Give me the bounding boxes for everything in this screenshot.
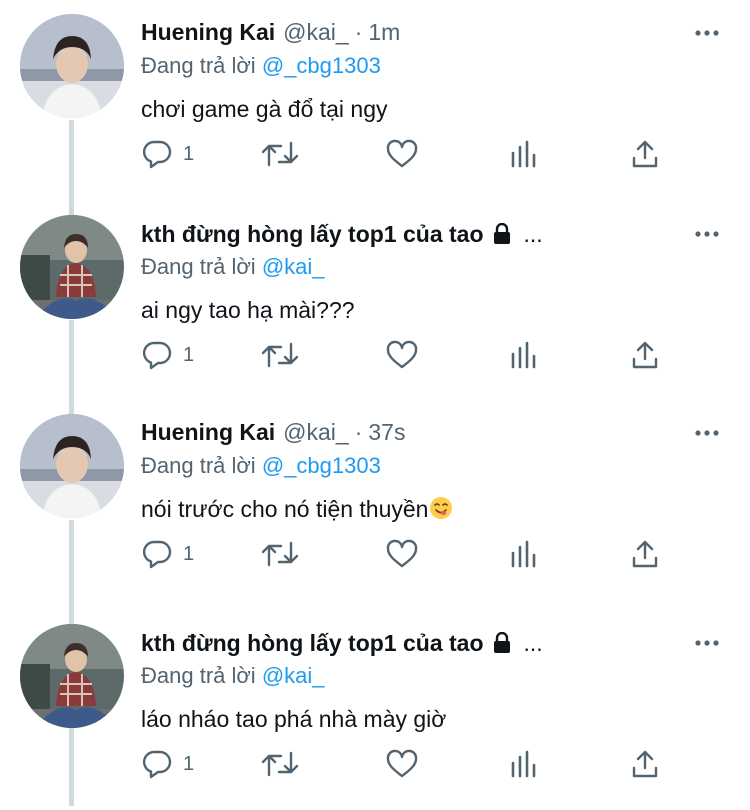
replying-to: Đang trả lời @kai_ xyxy=(141,663,325,689)
replying-to-label: Đang trả lời xyxy=(141,254,256,279)
replying-to: Đang trả lời @_cbg1303 xyxy=(141,453,381,479)
retweet-button[interactable] xyxy=(261,134,299,174)
retweet-icon xyxy=(261,141,299,167)
share-icon xyxy=(632,540,658,568)
like-button[interactable] xyxy=(385,134,419,174)
share-button[interactable] xyxy=(631,134,659,174)
retweet-button[interactable] xyxy=(261,744,299,784)
tweet-actions: 1 xyxy=(141,744,671,784)
views-icon xyxy=(511,341,536,369)
more-icon[interactable] xyxy=(694,20,720,46)
tweet[interactable]: Huening Kai @kai_ · 1m Đang trả lời @_cb… xyxy=(0,0,750,200)
more-icon[interactable] xyxy=(694,630,720,656)
replying-to-user-link[interactable]: @_cbg1303 xyxy=(262,453,381,478)
tweet[interactable]: kth đừng hòng lấy top1 của tao ... Đang … xyxy=(0,610,750,810)
tweet-header: Huening Kai @kai_ · 37s xyxy=(141,419,710,449)
avatar[interactable] xyxy=(20,414,124,518)
avatar[interactable] xyxy=(20,14,124,118)
share-icon xyxy=(632,750,658,778)
avatar[interactable] xyxy=(20,215,124,319)
views-icon xyxy=(511,140,536,168)
views-button[interactable] xyxy=(510,534,538,574)
replying-to-label: Đang trả lời xyxy=(141,453,256,478)
tweet-actions: 1 xyxy=(141,534,671,574)
tweet-text-container: nói trước cho nó tiện thuyền xyxy=(141,496,453,523)
display-name[interactable]: Huening Kai xyxy=(141,419,275,446)
views-button[interactable] xyxy=(510,335,538,375)
like-icon xyxy=(386,340,418,369)
avatar[interactable] xyxy=(20,624,124,728)
reply-icon xyxy=(142,140,172,169)
name-overflow-ellipsis: ... xyxy=(523,630,543,656)
tweet-header: kth đừng hòng lấy top1 của tao ... xyxy=(141,220,710,250)
reply-count: 1 xyxy=(183,343,195,366)
tweet-header: kth đừng hòng lấy top1 của tao ... xyxy=(141,629,710,659)
retweet-button[interactable] xyxy=(261,534,299,574)
replying-to-user-link[interactable]: @kai_ xyxy=(262,254,325,279)
timestamp[interactable]: 1m xyxy=(368,19,400,46)
lock-icon xyxy=(493,223,510,244)
like-icon xyxy=(386,749,418,778)
reply-count: 1 xyxy=(183,142,195,165)
share-button[interactable] xyxy=(631,335,659,375)
display-name[interactable]: Huening Kai xyxy=(141,19,275,46)
retweet-button[interactable] xyxy=(261,335,299,375)
tweet[interactable]: kth đừng hòng lấy top1 của tao ... Đang … xyxy=(0,201,750,401)
replying-to: Đang trả lời @kai_ xyxy=(141,254,325,280)
separator-dot: · xyxy=(354,419,363,445)
share-button[interactable] xyxy=(631,534,659,574)
share-icon xyxy=(632,140,658,168)
timestamp[interactable]: 37s xyxy=(368,419,405,446)
reply-count: 1 xyxy=(183,542,195,565)
display-name[interactable]: kth đừng hòng lấy top1 của tao xyxy=(141,221,484,248)
user-handle[interactable]: @kai_ xyxy=(283,19,349,46)
display-name[interactable]: kth đừng hòng lấy top1 của tao xyxy=(141,630,484,657)
retweet-icon xyxy=(261,751,299,777)
like-icon xyxy=(386,539,418,568)
replying-to-label: Đang trả lời xyxy=(141,53,256,78)
retweet-icon xyxy=(261,541,299,567)
views-icon xyxy=(511,750,536,778)
like-button[interactable] xyxy=(385,744,419,784)
tweet-text: chơi game gà đổ tại ngy xyxy=(141,96,388,122)
like-button[interactable] xyxy=(385,534,419,574)
tweet-text: láo nháo tao phá nhà mày giờ xyxy=(141,706,447,732)
views-button[interactable] xyxy=(510,134,538,174)
reply-button[interactable]: 1 xyxy=(141,744,194,784)
separator-dot: · xyxy=(354,19,363,45)
reply-icon xyxy=(142,341,172,370)
tweet[interactable]: Huening Kai @kai_ · 37s Đang trả lời @_c… xyxy=(0,400,750,600)
like-icon xyxy=(386,139,418,168)
reply-button[interactable]: 1 xyxy=(141,134,194,174)
replying-to-label: Đang trả lời xyxy=(141,663,256,688)
tweet-text: nói trước cho nó tiện thuyền xyxy=(141,496,429,522)
reply-icon xyxy=(142,540,172,569)
more-icon[interactable] xyxy=(694,420,720,446)
tweet-header: Huening Kai @kai_ · 1m xyxy=(141,19,710,49)
tweet-actions: 1 xyxy=(141,134,671,174)
retweet-icon xyxy=(261,342,299,368)
replying-to-user-link[interactable]: @kai_ xyxy=(262,663,325,688)
reply-button[interactable]: 1 xyxy=(141,534,194,574)
reply-button[interactable]: 1 xyxy=(141,335,194,375)
views-icon xyxy=(511,540,536,568)
more-icon[interactable] xyxy=(694,221,720,247)
share-button[interactable] xyxy=(631,744,659,784)
replying-to-user-link[interactable]: @_cbg1303 xyxy=(262,53,381,78)
replying-to: Đang trả lời @_cbg1303 xyxy=(141,53,381,79)
share-icon xyxy=(632,341,658,369)
face-savoring-food-emoji xyxy=(430,497,453,519)
tweet-text: ai ngy tao hạ mài??? xyxy=(141,297,355,323)
tweet-actions: 1 xyxy=(141,335,671,375)
name-overflow-ellipsis: ... xyxy=(523,221,543,247)
reply-icon xyxy=(142,750,172,779)
user-handle[interactable]: @kai_ xyxy=(283,419,349,446)
like-button[interactable] xyxy=(385,335,419,375)
lock-icon xyxy=(493,632,510,653)
reply-count: 1 xyxy=(183,752,195,775)
views-button[interactable] xyxy=(510,744,538,784)
